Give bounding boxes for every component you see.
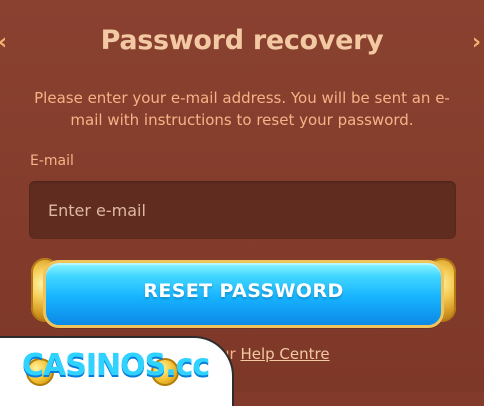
email-field-wrapper	[29, 181, 456, 239]
email-label: E-mail	[30, 153, 74, 169]
help-centre-link[interactable]: Help Centre	[240, 345, 329, 363]
email-field[interactable]	[29, 181, 456, 239]
casinos-watermark: CASINOS.cc	[0, 336, 234, 406]
reset-password-button[interactable]: RESET PASSWORD	[43, 260, 444, 328]
password-recovery-modal: ‹ › Password recovery Please enter your …	[0, 0, 484, 406]
reset-password-button-wrapper: RESET PASSWORD	[31, 256, 456, 328]
help-footer: ur Help Centre	[220, 345, 330, 363]
modal-title: Password recovery	[100, 25, 384, 56]
casinos-logo: CASINOS.cc	[22, 348, 210, 383]
modal-description: Please enter your e-mail address. You wi…	[34, 89, 450, 129]
